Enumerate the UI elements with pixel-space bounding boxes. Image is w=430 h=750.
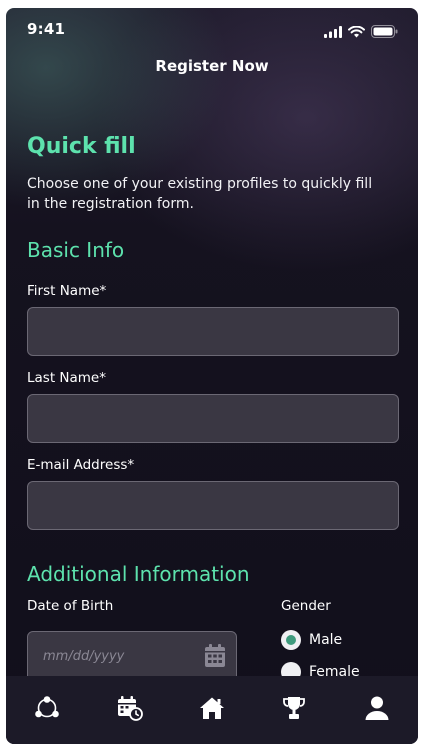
home-icon	[199, 696, 225, 724]
status-icons	[324, 23, 398, 42]
wifi-icon	[348, 23, 365, 42]
nav-network[interactable]	[27, 690, 67, 730]
dob-label: Date of Birth	[27, 598, 114, 614]
signal-icon	[324, 23, 342, 42]
profile-icon	[364, 695, 390, 725]
email-label: E-mail Address*	[27, 457, 135, 473]
nav-home[interactable]	[192, 690, 232, 730]
additional-info-title: Additional Information	[27, 562, 250, 586]
last-name-input[interactable]	[27, 394, 399, 443]
bottom-nav	[6, 676, 418, 744]
phone-screen: 9:41 Register Now Quick fill Choose one …	[6, 8, 418, 744]
nav-profile[interactable]	[357, 690, 397, 730]
status-bar: 9:41	[6, 8, 418, 52]
trophy-icon	[281, 695, 307, 725]
basic-info-title: Basic Info	[27, 238, 125, 262]
gender-option-label: Male	[309, 632, 343, 648]
status-time: 9:41	[27, 20, 66, 38]
dob-placeholder: mm/dd/yyyy	[43, 649, 125, 664]
email-input[interactable]	[27, 481, 399, 530]
calendar-clock-icon	[117, 695, 143, 725]
nav-leaderboard[interactable]	[274, 690, 314, 730]
battery-icon	[371, 23, 398, 42]
last-name-label: Last Name*	[27, 370, 106, 386]
gender-label: Gender	[281, 598, 331, 614]
quick-fill-title: Quick fill	[27, 134, 136, 159]
first-name-input[interactable]	[27, 307, 399, 356]
first-name-label: First Name*	[27, 283, 107, 299]
gender-option-male[interactable]: Male	[281, 630, 342, 650]
calendar-icon[interactable]	[204, 644, 226, 672]
radio-male-selected[interactable]	[281, 630, 301, 650]
quick-fill-description: Choose one of your existing profiles to …	[27, 176, 373, 212]
nav-schedule[interactable]	[110, 690, 150, 730]
page-title: Register Now	[155, 57, 269, 75]
network-icon	[34, 696, 60, 724]
